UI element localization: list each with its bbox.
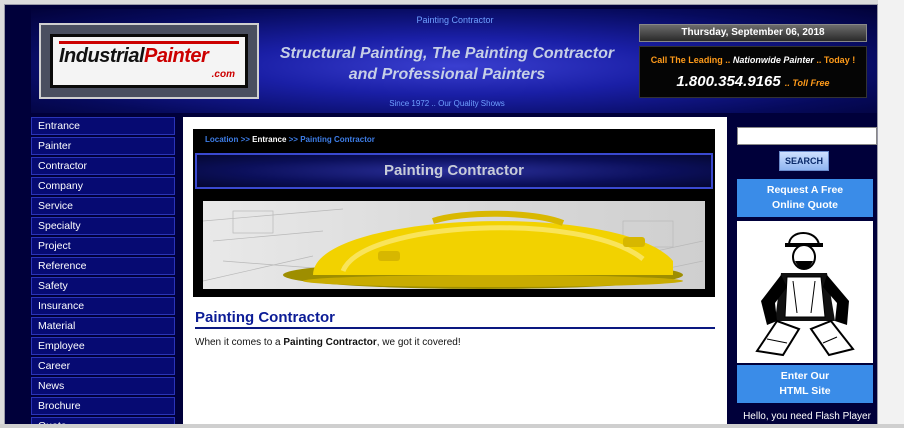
nav-item-news[interactable]: News	[31, 377, 175, 395]
section-heading: Painting Contractor	[195, 309, 715, 329]
intro-prefix: When it comes to a	[195, 337, 284, 348]
nav-item-material[interactable]: Material	[31, 317, 175, 335]
logo-tld: .com	[211, 69, 235, 80]
breadcrumb: Location >> Entrance >> Painting Contrac…	[205, 135, 375, 144]
phone-box: Call The Leading .. Nationwide Painter .…	[639, 46, 867, 98]
logo-word-2: Painter	[144, 45, 209, 67]
logo-plate: IndustrialPainter .com	[50, 34, 248, 88]
painter-worker-illustration	[737, 221, 873, 363]
nav-item-entrance[interactable]: Entrance	[31, 117, 175, 135]
hero-panel: Location >> Entrance >> Painting Contrac…	[193, 129, 715, 297]
nav-item-insurance[interactable]: Insurance	[31, 297, 175, 315]
nav-item-contractor[interactable]: Contractor	[31, 157, 175, 175]
call-emphasis: Nationwide Painter	[732, 55, 814, 65]
right-column: SEARCH Request A Free Online Quote Enter…	[735, 117, 877, 427]
free-quote-button[interactable]: Request A Free Online Quote	[737, 179, 873, 217]
flash-notice: Hello, you need Flash Player	[743, 411, 871, 422]
intro-bold: Painting Contractor	[283, 337, 377, 348]
site-tagline: Structural Painting, The Painting Contra…	[271, 43, 623, 85]
quote-line-1: Request A Free	[766, 184, 844, 196]
hard-hat-banner	[203, 201, 705, 289]
breadcrumb-current-page: Painting Contractor	[300, 135, 375, 144]
site-header: Painting Contractor IndustrialPainter .c…	[31, 9, 877, 113]
breadcrumb-separator: >>	[288, 135, 298, 144]
nav-item-project[interactable]: Project	[31, 237, 175, 255]
sidebar-nav: Entrance Painter Contractor Company Serv…	[31, 117, 175, 427]
phone-number-line: 1.800.354.9165 .. Toll Free	[640, 73, 866, 90]
tagline-line-1: Structural Painting, The Painting Contra…	[279, 45, 615, 62]
nav-item-company[interactable]: Company	[31, 177, 175, 195]
nav-item-safety[interactable]: Safety	[31, 277, 175, 295]
site-logo[interactable]: IndustrialPainter .com	[39, 23, 259, 99]
worker-icon	[755, 232, 855, 357]
quote-line-2: Online Quote	[772, 199, 838, 211]
date-display: Thursday, September 06, 2018	[639, 24, 867, 42]
nav-item-reference[interactable]: Reference	[31, 257, 175, 275]
nav-item-employee[interactable]: Employee	[31, 337, 175, 355]
browser-right-gutter	[878, 0, 904, 428]
page: Painting Contractor IndustrialPainter .c…	[4, 4, 878, 428]
breadcrumb-separator: >>	[240, 135, 250, 144]
page-title: Painting Contractor	[195, 153, 713, 189]
call-suffix: .. Today !	[816, 55, 856, 65]
since-text: Since 1972 .. Our Quality Shows	[389, 99, 505, 108]
intro-suffix: , we got it covered!	[376, 337, 461, 348]
breadcrumb-location[interactable]: Location	[205, 135, 238, 144]
browser-bottom-edge	[0, 424, 904, 428]
nav-item-specialty[interactable]: Specialty	[31, 217, 175, 235]
tagline-line-2: and Professional Painters	[348, 66, 546, 83]
search-button[interactable]: SEARCH	[779, 151, 829, 171]
call-line: Call The Leading .. Nationwide Painter .…	[640, 55, 866, 65]
hard-hat-image	[203, 208, 704, 289]
logo-bar	[59, 41, 239, 44]
intro-text: When it comes to a Painting Contractor, …	[195, 337, 461, 348]
html-site-button[interactable]: Enter Our HTML Site	[737, 365, 873, 403]
nav-item-brochure[interactable]: Brochure	[31, 397, 175, 415]
logo-wordmark: IndustrialPainter	[59, 45, 209, 68]
phone-number[interactable]: 1.800.354.9165	[676, 73, 780, 90]
html-line-2: HTML Site	[779, 385, 831, 397]
nav-item-service[interactable]: Service	[31, 197, 175, 215]
phone-suffix: .. Toll Free	[784, 78, 830, 88]
search-input[interactable]	[737, 127, 877, 145]
html-line-1: Enter Our	[780, 370, 830, 382]
nav-item-career[interactable]: Career	[31, 357, 175, 375]
nav-item-painter[interactable]: Painter	[31, 137, 175, 155]
breadcrumb-entrance[interactable]: Entrance	[252, 135, 286, 144]
main-content: Location >> Entrance >> Painting Contrac…	[183, 117, 727, 427]
call-prefix: Call The Leading ..	[650, 55, 731, 65]
logo-word-1: Industrial	[59, 45, 145, 67]
